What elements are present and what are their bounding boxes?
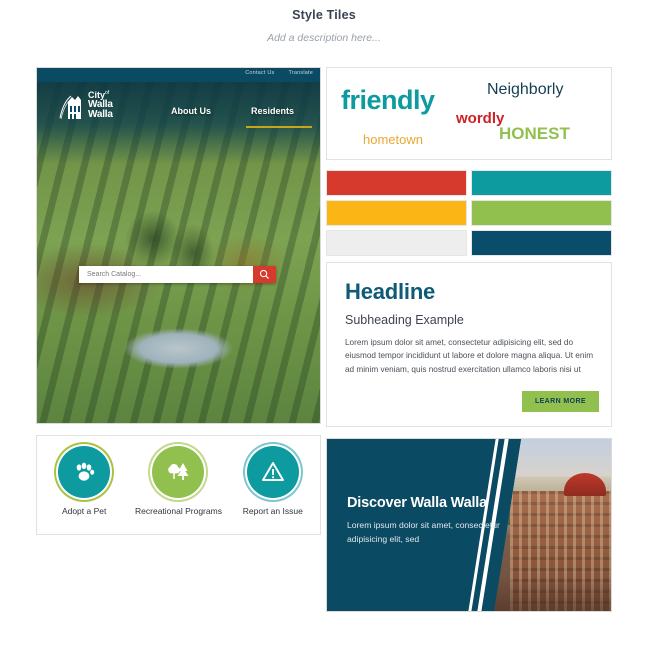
search-submit-button[interactable]: [253, 266, 276, 283]
adopt-a-pet-icon-circle: [58, 446, 111, 498]
right-column: friendly Neighborly wordly hometown HONE…: [326, 67, 612, 612]
adjective-honest: HONEST: [499, 124, 570, 143]
nav-item-about-us[interactable]: About Us: [171, 106, 211, 116]
logo-of: of: [105, 89, 110, 96]
page-description[interactable]: Add a description here...: [0, 32, 648, 44]
main-navigation: About Us Residents: [171, 106, 313, 128]
color-swatch-green[interactable]: [471, 200, 612, 226]
page-header: Style Tiles Add a description here...: [0, 0, 648, 44]
quick-link-adopt-a-pet[interactable]: Adopt a Pet: [39, 446, 129, 517]
logo-wordmark: Cityof Walla Walla: [88, 89, 113, 120]
contact-us-link[interactable]: Contact Us: [245, 70, 274, 76]
style-tile-board: Contact Us Translate Cityof Walla Walla …: [36, 67, 612, 612]
utility-links: Contact Us Translate: [245, 70, 313, 76]
quick-link-label: Report an Issue: [242, 506, 303, 516]
adjective-hometown: hometown: [363, 132, 423, 147]
quick-link-recreational-programs[interactable]: Recreational Programs: [133, 446, 223, 517]
search-icon: [259, 269, 269, 279]
color-swatch-grid: [326, 170, 612, 256]
photo-foreground-shadow: [494, 576, 611, 611]
hand-cursor-icon: [320, 194, 321, 208]
color-swatch-gold[interactable]: [326, 200, 467, 226]
logo-line-3: Walla: [88, 108, 113, 120]
headline-text: Headline: [345, 279, 436, 304]
search-placeholder: Search Catalog...: [87, 271, 142, 278]
trees-icon: [168, 463, 189, 480]
logo-line-2: Walla: [88, 98, 113, 110]
paw-icon: [76, 462, 95, 481]
catalog-search-bar[interactable]: Search Catalog...: [79, 266, 276, 283]
adjective-wordly: wordly: [456, 110, 505, 127]
color-swatch-red[interactable]: [326, 170, 467, 196]
quick-link-label: Adopt a Pet: [61, 506, 107, 516]
site-logo[interactable]: Cityof Walla Walla: [59, 88, 113, 122]
body-text: Lorem ipsum dolor sit amet, consectetur …: [345, 338, 594, 374]
nav-item-residents[interactable]: Residents: [245, 106, 313, 128]
translate-link[interactable]: Translate: [288, 70, 313, 76]
quick-links-panel: Adopt a Pet Recreational Programs Report…: [36, 435, 321, 535]
recreational-programs-icon-circle: [152, 446, 205, 498]
left-column: Contact Us Translate Cityof Walla Walla …: [36, 67, 321, 535]
color-swatch-teal[interactable]: [471, 170, 612, 196]
warning-triangle-icon: [261, 462, 284, 481]
discover-card[interactable]: Discover Walla Walla Lorem ipsum dolor s…: [326, 438, 612, 612]
color-swatch-navy[interactable]: [471, 230, 612, 256]
quick-link-report-an-issue[interactable]: Report an Issue: [228, 446, 318, 517]
report-an-issue-icon-circle: [246, 446, 299, 498]
learn-more-button[interactable]: LEARN MORE: [521, 391, 599, 412]
discover-card-body: Lorem ipsum dolor sit amet, consectetur …: [347, 520, 500, 544]
quick-link-label: Recreational Programs: [135, 506, 222, 516]
adjectives-panel: friendly Neighborly wordly hometown HONE…: [326, 67, 612, 160]
city-seal-icon: [59, 95, 81, 120]
discover-card-text: Discover Walla Walla Lorem ipsum dolor s…: [347, 495, 517, 547]
website-mockup: Contact Us Translate Cityof Walla Walla …: [36, 67, 321, 424]
discover-card-title: Discover Walla Walla: [347, 495, 487, 511]
adjective-friendly: friendly: [341, 85, 435, 115]
search-input[interactable]: Search Catalog...: [79, 266, 253, 283]
typography-panel: Headline Subheading Example Lorem ipsum …: [326, 262, 612, 427]
page-title: Style Tiles: [292, 8, 356, 22]
color-swatch-light-gray[interactable]: [326, 230, 467, 256]
adjective-neighborly: Neighborly: [487, 81, 564, 98]
subheading-text: Subheading Example: [345, 313, 464, 327]
